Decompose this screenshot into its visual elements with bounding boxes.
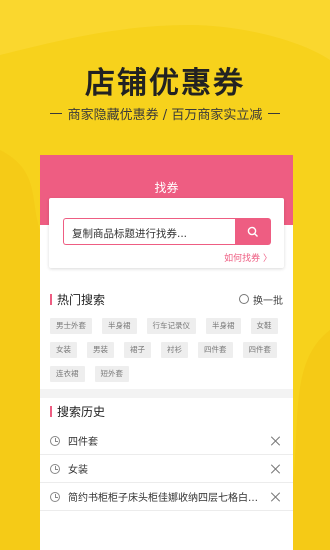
hot-tag[interactable]: 衬衫	[161, 342, 188, 358]
hot-tag[interactable]: 男士外套	[50, 318, 92, 334]
hot-tag[interactable]: 四件套	[242, 342, 277, 358]
close-icon[interactable]	[271, 436, 281, 446]
promo-subline: 商家隐藏优惠券 / 百万商家实立减	[0, 104, 330, 123]
app-screen: 找券 复制商品标题进行找券... 如何找券 〉 热门搜索 换一批 男士外套 半身…	[40, 155, 293, 550]
history-title-text: 搜索历史	[57, 404, 106, 419]
history-item-text: 女装	[68, 465, 88, 476]
clock-icon	[50, 463, 60, 474]
hot-tag[interactable]: 裙子	[124, 342, 151, 358]
close-icon[interactable]	[271, 464, 281, 474]
list-item[interactable]: 女装	[40, 455, 293, 483]
hot-search-header: 热门搜索 换一批	[40, 288, 293, 310]
hot-search-title-text: 热门搜索	[57, 292, 106, 307]
page-title: 找券	[154, 181, 179, 195]
refresh-icon	[239, 294, 249, 304]
history-list: 四件套 女装 简约书柜柜子床头柜佳娜收纳四层七格白色实...	[40, 427, 293, 511]
hot-tag[interactable]: 四件套	[198, 342, 233, 358]
history-title: 搜索历史	[50, 403, 105, 420]
divider	[49, 113, 62, 114]
divider	[268, 113, 281, 114]
history-item-text: 简约书柜柜子床头柜佳娜收纳四层七格白色实...	[68, 493, 271, 504]
hot-tag[interactable]: 连衣裙	[50, 366, 85, 382]
section-marker	[50, 405, 52, 417]
search-card: 复制商品标题进行找券... 如何找券 〉	[49, 198, 284, 268]
hot-tag[interactable]: 短外套	[94, 366, 129, 382]
history-header: 搜索历史	[40, 400, 293, 422]
list-item[interactable]: 简约书柜柜子床头柜佳娜收纳四层七格白色实...	[40, 483, 293, 511]
history-item-text: 四件套	[68, 437, 98, 448]
section-marker	[50, 293, 52, 305]
search-icon	[247, 226, 258, 237]
refresh-button[interactable]: 换一批	[239, 292, 283, 307]
hot-tag[interactable]: 半身裙	[206, 318, 241, 334]
hot-tag[interactable]: 女装	[50, 342, 77, 358]
hot-tag[interactable]: 男装	[87, 342, 114, 358]
clock-icon	[50, 491, 60, 502]
search-button[interactable]	[235, 218, 271, 245]
search-input[interactable]: 复制商品标题进行找券...	[63, 218, 235, 245]
promo-headline: 店铺优惠券	[85, 66, 245, 101]
how-to-link[interactable]: 如何找券 〉	[224, 251, 272, 264]
promo-subline-text: 商家隐藏优惠券 / 百万商家实立减	[67, 108, 263, 123]
close-icon[interactable]	[271, 492, 281, 502]
section-divider	[40, 389, 293, 398]
hot-tags: 男士外套 半身裙 行车记录仪 半身裙 女鞋 女装 男装 裙子 衬衫 四件套 四件…	[50, 318, 285, 382]
clock-icon	[50, 435, 60, 446]
hot-tag[interactable]: 行车记录仪	[146, 318, 196, 334]
hot-tag[interactable]: 女鞋	[250, 318, 278, 334]
hot-tag[interactable]: 半身裙	[102, 318, 137, 334]
hot-search-title: 热门搜索	[50, 291, 105, 308]
list-item[interactable]: 四件套	[40, 427, 293, 455]
refresh-label: 换一批	[253, 295, 283, 307]
